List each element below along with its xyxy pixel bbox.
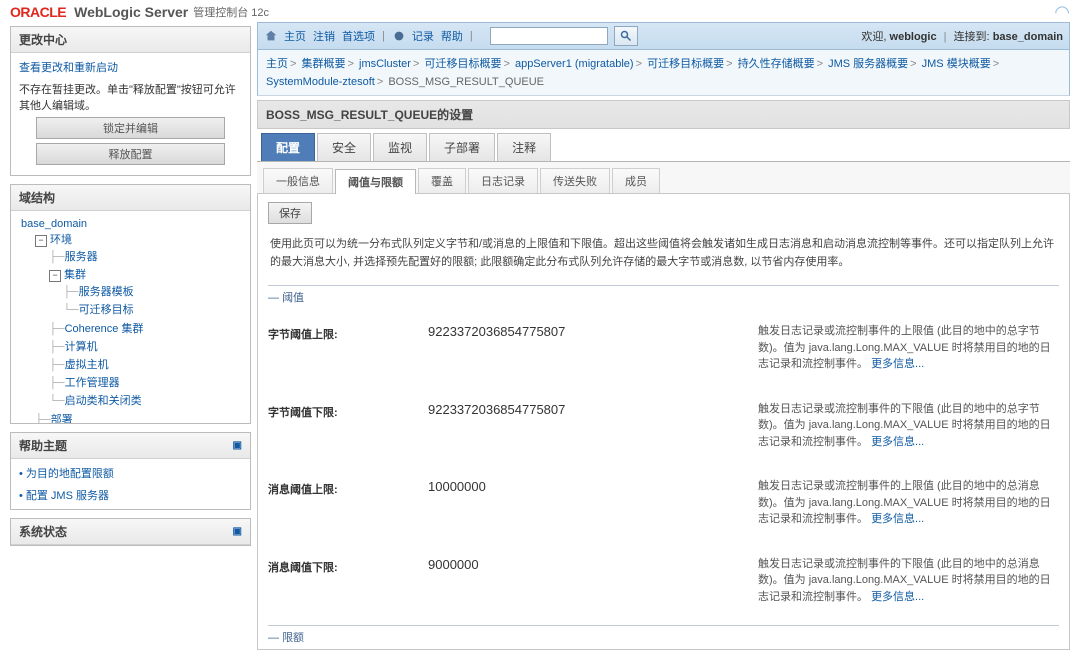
bc-appserver1[interactable]: appServer1 (migratable) (515, 58, 634, 70)
help-link-quota[interactable]: 为目的地配置限额 (26, 468, 114, 480)
subtab-delivery-fail[interactable]: 传送失败 (540, 168, 610, 193)
save-button[interactable]: 保存 (268, 202, 312, 224)
bc-mig-sum2[interactable]: 可迁移目标概要 (647, 58, 724, 70)
collapse-icon[interactable]: − (35, 235, 47, 247)
fieldset-threshold: — 阈值 字节阈值上限: 9223372036854775807 触发日志记录或… (268, 285, 1059, 619)
bullet-icon: • (19, 468, 23, 480)
value-bytes-high: 9223372036854775807 (428, 324, 565, 339)
more-msgs-low[interactable]: 更多信息... (871, 591, 924, 603)
lock-edit-button[interactable]: 锁定并编辑 (36, 117, 226, 139)
bullet-icon: • (19, 490, 23, 502)
tree-env[interactable]: 环境 (50, 234, 72, 246)
sub-tabs: 一般信息 阈值与限额 覆盖 日志记录 传送失败 成员 (257, 162, 1070, 194)
system-status-portlet: 系统状态 ▣ (10, 518, 251, 546)
bc-cluster-sum[interactable]: 集群概要 (302, 58, 346, 70)
subtab-logging[interactable]: 日志记录 (468, 168, 538, 193)
label-bytes-high: 字节阈值上限: (268, 323, 428, 342)
tree-root[interactable]: base_domain (21, 218, 87, 230)
page-curl-icon: ◠ (1054, 2, 1070, 23)
connected-domain: base_domain (993, 31, 1063, 43)
value-bytes-low: 9223372036854775807 (428, 402, 565, 417)
label-msgs-low: 消息阈值下限: (268, 556, 428, 575)
subtab-members[interactable]: 成员 (612, 168, 660, 193)
help-topics-title: 帮助主题 (19, 437, 67, 454)
bc-jmscluster[interactable]: jmsCluster (359, 58, 411, 70)
tab-notes[interactable]: 注释 (497, 133, 551, 161)
label-msgs-high: 消息阈值上限: (268, 478, 428, 497)
tree-coherence[interactable]: Coherence 集群 (65, 323, 144, 335)
product-subtitle: 管理控制台 12c (193, 4, 269, 20)
domain-tree-portlet: 域结构 base_domain −环境 ├─服务器 −集群 ├─服务器模板 (10, 184, 251, 424)
config-form: 保存 使用此页可以为统一分布式队列定义字节和/或消息的上限值和下限值。超出这些阈… (257, 194, 1070, 650)
value-msgs-low: 9000000 (428, 557, 479, 572)
tab-security[interactable]: 安全 (317, 133, 371, 161)
tab-monitor[interactable]: 监视 (373, 133, 427, 161)
toolbar-preferences[interactable]: 首选项 (342, 28, 375, 44)
search-button[interactable] (614, 26, 638, 46)
bc-sysmodule[interactable]: SystemModule-ztesoft (266, 76, 375, 88)
tree-workmgr[interactable]: 工作管理器 (65, 377, 120, 389)
field-bytes-low: 字节阈值下限: 9223372036854775807 触发日志记录或流控制事件… (268, 387, 1059, 465)
collapse-icon[interactable]: − (49, 270, 61, 282)
bc-persist[interactable]: 持久性存储概要 (738, 58, 815, 70)
field-msgs-high: 消息阈值上限: 10000000 触发日志记录或流控制事件的上限值 (此目的地中… (268, 464, 1059, 542)
tab-subdeploy[interactable]: 子部署 (429, 133, 495, 161)
record-icon[interactable] (392, 29, 406, 43)
tree-server-templates[interactable]: 服务器模板 (79, 286, 134, 298)
change-center-title: 更改中心 (11, 27, 250, 53)
connected-prefix: 连接到: (954, 31, 993, 43)
tab-config[interactable]: 配置 (261, 133, 315, 161)
field-msgs-low: 消息阈值下限: 9000000 触发日志记录或流控制事件的下限值 (此目的地中的… (268, 542, 1059, 620)
toolbar-home[interactable]: 主页 (284, 28, 306, 44)
product-name: WebLogic Server (74, 4, 188, 20)
subtab-general[interactable]: 一般信息 (263, 168, 333, 193)
help-link-jms[interactable]: 配置 JMS 服务器 (26, 490, 109, 502)
toolbar-logout[interactable]: 注销 (313, 28, 335, 44)
bc-mig-sum[interactable]: 可迁移目标概要 (424, 58, 501, 70)
bc-jms-servers[interactable]: JMS 服务器概要 (828, 58, 908, 70)
toolbar-record[interactable]: 记录 (412, 28, 434, 44)
change-center-portlet: 更改中心 查看更改和重新启动 不存在暂挂更改。单击"释放配置"按钮可允许其他人编… (10, 26, 251, 176)
fieldset-threshold-legend: 阈值 (282, 292, 304, 304)
page-title: BOSS_MSG_RESULT_QUEUE的设置 (257, 100, 1070, 129)
primary-tabs: 配置 安全 监视 子部署 注释 (257, 133, 1070, 162)
page-description: 使用此页可以为统一分布式队列定义字节和/或消息的上限值和下限值。超出这些阈值将会… (270, 236, 1057, 271)
brand-bar: ORACLE WebLogic Server 管理控制台 12c ◠ (0, 0, 1080, 22)
release-config-button[interactable]: 释放配置 (36, 143, 226, 165)
welcome-prefix: 欢迎, (861, 31, 889, 43)
bc-home[interactable]: 主页 (266, 58, 288, 70)
tree-vhosts[interactable]: 虚拟主机 (65, 359, 109, 371)
top-toolbar: 主页 注销 首选项 | 记录 帮助 | 欢迎, weblogi (257, 22, 1070, 50)
domain-tree-title: 域结构 (19, 189, 55, 206)
search-input[interactable] (490, 27, 608, 45)
oracle-logo: ORACLE (10, 4, 66, 20)
more-bytes-low[interactable]: 更多信息... (871, 436, 924, 448)
tree-servers[interactable]: 服务器 (65, 251, 98, 263)
home-icon[interactable] (264, 29, 278, 43)
collapse-icon[interactable]: ▣ (233, 440, 242, 451)
fieldset-quota-legend: 限额 (282, 632, 304, 644)
tree-deployments[interactable]: 部署 (51, 414, 73, 423)
tree-computers[interactable]: 计算机 (65, 341, 98, 353)
pending-changes-msg: 不存在暂挂更改。单击"释放配置"按钮可允许其他人编辑域。 (19, 81, 242, 113)
label-bytes-low: 字节阈值下限: (268, 401, 428, 420)
breadcrumb: 主页> 集群概要> jmsCluster> 可迁移目标概要> appServer… (257, 50, 1070, 96)
help-topics-portlet: 帮助主题 ▣ •为目的地配置限额 •配置 JMS 服务器 (10, 432, 251, 510)
tree-clusters[interactable]: 集群 (64, 269, 86, 281)
subtab-override[interactable]: 覆盖 (418, 168, 466, 193)
fieldset-quota: — 限额 (268, 625, 1059, 645)
field-bytes-high: 字节阈值上限: 9223372036854775807 触发日志记录或流控制事件… (268, 309, 1059, 387)
domain-tree[interactable]: base_domain −环境 ├─服务器 −集群 ├─服务器模板 └─可迁移目… (11, 211, 250, 423)
toolbar-help[interactable]: 帮助 (441, 28, 463, 44)
more-msgs-high[interactable]: 更多信息... (871, 513, 924, 525)
view-changes-link[interactable]: 查看更改和重新启动 (19, 62, 118, 74)
tree-migratable-targets[interactable]: 可迁移目标 (79, 304, 134, 316)
value-msgs-high: 10000000 (428, 479, 486, 494)
more-bytes-high[interactable]: 更多信息... (871, 358, 924, 370)
welcome-user: weblogic (890, 31, 937, 43)
tree-startup[interactable]: 启动类和关闭类 (65, 395, 142, 407)
bc-jms-modules[interactable]: JMS 模块概要 (922, 58, 991, 70)
bc-current: BOSS_MSG_RESULT_QUEUE (388, 76, 544, 88)
subtab-threshold[interactable]: 阈值与限额 (335, 169, 416, 194)
